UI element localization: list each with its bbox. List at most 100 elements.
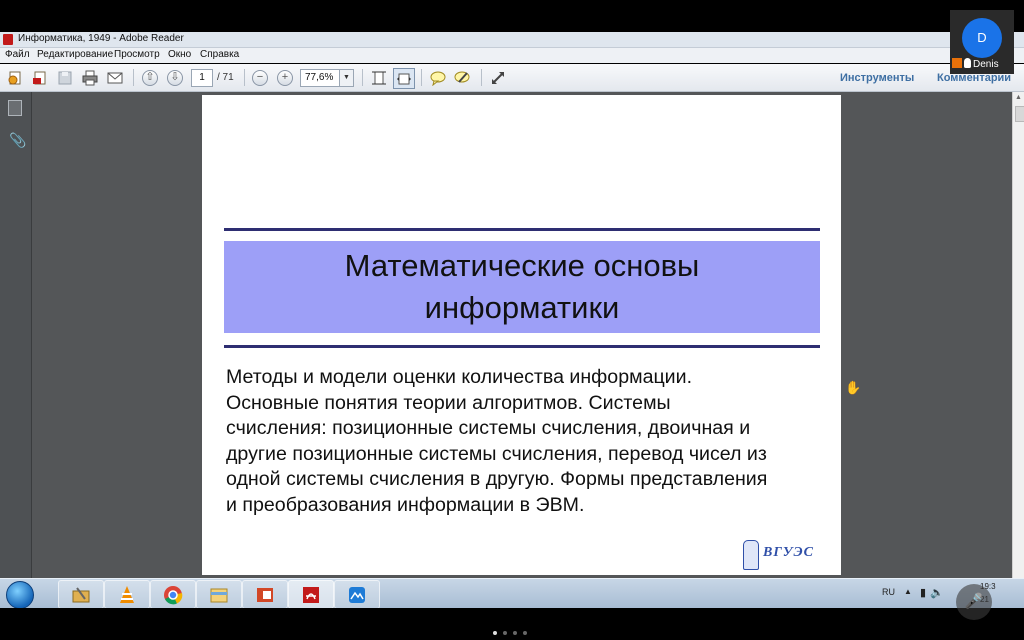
previous-page-button[interactable]: ⇧ (140, 68, 160, 87)
create-pdf-button[interactable] (5, 68, 25, 87)
participant-name-label: Denis (952, 58, 999, 70)
taskbar: RU ▲ ▮🔈 19:3 21 (0, 578, 1024, 609)
taskbar-app-tools[interactable] (58, 580, 104, 609)
highlighter-icon (454, 71, 470, 83)
menu-file[interactable]: Файл (5, 49, 30, 60)
highlight-button[interactable] (452, 68, 472, 87)
toolbar-divider (362, 69, 363, 86)
network-icon[interactable]: ▮ (920, 587, 930, 599)
body-line: одной системы счисления в другую. Формы … (226, 468, 768, 490)
mic-icon (964, 58, 971, 68)
zoom-out-button[interactable]: − (250, 68, 270, 87)
university-logo: ВГУЭС (743, 538, 823, 570)
volume-icon[interactable]: 🔈 (930, 587, 948, 599)
create-pdf-icon (8, 71, 21, 84)
body-line: Основные понятия теории алгоритмов. Сист… (226, 391, 671, 414)
menu-bar: Файл Редактирование Просмотр Окно Справк… (0, 48, 1024, 63)
next-page-button[interactable]: ⇩ (165, 68, 185, 87)
body-line: и преобразования информации в ЭВМ. (226, 493, 585, 516)
call-bottom-bar (0, 608, 1024, 640)
toolbar: ⇧ ⇩ 1 / 71 − + 77,6% ▼ Инструменты Комме… (0, 64, 1024, 92)
title-band: Математические основы информатики (224, 241, 820, 333)
pagination-dot[interactable] (503, 631, 507, 635)
title-top-rule (224, 228, 820, 231)
add-comment-button[interactable] (428, 68, 448, 87)
app-icon (349, 586, 365, 603)
taskbar-app-explorer[interactable] (196, 580, 242, 609)
toolbar-divider (481, 69, 482, 86)
page-thumbnails-icon[interactable] (8, 100, 22, 116)
toolbar-divider (421, 69, 422, 86)
window-titlebar: Информатика, 1949 - Adobe Reader (0, 32, 1024, 48)
envelope-icon (107, 72, 123, 83)
navigation-pane: 📎 (0, 92, 32, 578)
tools-panel-link[interactable]: Инструменты (840, 72, 914, 84)
body-line: счисления: позиционные системы счисления… (226, 417, 751, 439)
window-title: Информатика, 1949 - Adobe Reader (18, 33, 184, 44)
email-button[interactable] (105, 68, 125, 87)
logo-emblem-icon (743, 540, 759, 570)
plus-icon: + (277, 69, 293, 86)
speech-bubble-icon (430, 71, 446, 86)
menu-window[interactable]: Окно (168, 49, 191, 60)
scroll-up-icon[interactable]: ▲ (1015, 94, 1022, 101)
fit-width-button[interactable] (393, 68, 415, 89)
page-dots (493, 622, 533, 640)
menu-help[interactable]: Справка (200, 49, 239, 60)
convert-pdf-icon (33, 71, 46, 84)
tray-icons: ▮🔈 (920, 586, 948, 599)
taskbar-app-adobe-reader[interactable] (288, 580, 334, 609)
zoom-in-button[interactable]: + (275, 68, 295, 87)
vertical-scrollbar[interactable]: ▲ (1012, 92, 1024, 578)
toolbar-divider (133, 69, 134, 86)
taskbar-app-chrome[interactable] (150, 580, 196, 609)
chevron-down-icon[interactable]: ▼ (339, 70, 353, 86)
menu-edit[interactable]: Редактирование (37, 49, 113, 60)
start-orb-icon[interactable] (6, 581, 34, 609)
folder-tools-icon (72, 586, 90, 602)
zoom-value: 77,6% (305, 72, 334, 83)
arrow-up-icon: ⇧ (142, 69, 158, 86)
toolbar-divider (244, 69, 245, 86)
convert-pdf-button[interactable] (30, 68, 50, 87)
microphone-icon[interactable]: 🎤 (956, 584, 992, 620)
save-button[interactable] (55, 68, 75, 87)
powerpoint-icon (257, 587, 273, 602)
zoom-select[interactable]: 77,6% ▼ (300, 69, 354, 87)
taskbar-app-powerpoint[interactable] (242, 580, 288, 609)
pagination-dot[interactable] (493, 631, 497, 635)
avatar: D (962, 18, 1002, 58)
menu-view[interactable]: Просмотр (114, 49, 160, 60)
tray-expand-icon[interactable]: ▲ (904, 587, 912, 596)
slide-body: Методы и модели оценки количества информ… (226, 365, 826, 518)
host-badge-icon (952, 58, 962, 68)
participant-tile[interactable]: D Denis (950, 10, 1014, 74)
vlc-icon (120, 585, 134, 603)
fit-width-icon (397, 73, 411, 84)
pagination-dot[interactable] (513, 631, 517, 635)
expand-arrows-icon (492, 71, 504, 84)
scroll-thumb[interactable] (1015, 106, 1024, 122)
pagination-dot[interactable] (523, 631, 527, 635)
participant-name: Denis (973, 59, 999, 70)
save-icon (58, 71, 72, 84)
page-total-label: / 71 (217, 72, 234, 83)
print-button[interactable] (80, 68, 100, 87)
paperclip-icon[interactable]: 📎 (9, 132, 26, 149)
logo-text: ВГУЭС (763, 545, 814, 560)
adobe-reader-icon (3, 34, 13, 45)
input-language-indicator[interactable]: RU (882, 587, 895, 597)
slide-title-line: Математические основы (344, 248, 700, 283)
chrome-icon (164, 585, 183, 604)
pdf-page: Математические основы информатики Методы… (202, 95, 841, 575)
expand-button[interactable] (488, 68, 508, 87)
page-number-input[interactable]: 1 (191, 69, 213, 87)
arrow-down-icon: ⇩ (167, 69, 183, 86)
taskbar-app-other[interactable] (334, 580, 380, 609)
title-bottom-rule (224, 345, 820, 348)
file-explorer-icon (210, 588, 228, 602)
fit-page-button[interactable] (369, 68, 389, 87)
taskbar-app-vlc[interactable] (104, 580, 150, 609)
adobe-reader-icon (303, 586, 319, 603)
slide-title: Математические основы информатики (345, 245, 700, 329)
